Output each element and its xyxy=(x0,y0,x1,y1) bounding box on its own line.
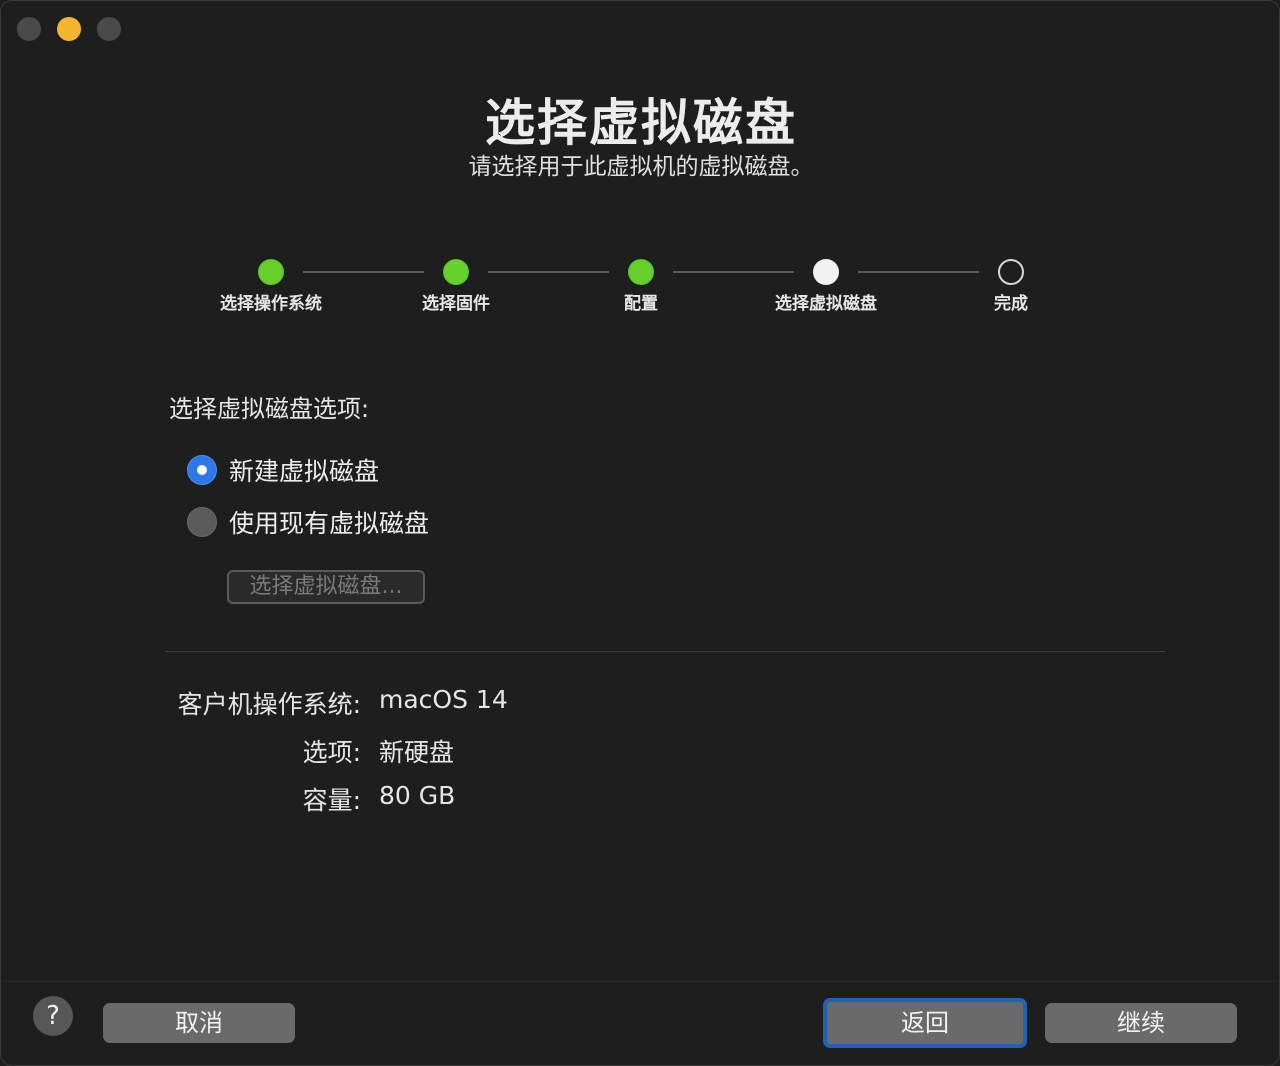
step-connector xyxy=(303,271,424,273)
close-window-button[interactable] xyxy=(17,17,41,41)
step-label: 选择操作系统 xyxy=(220,294,322,314)
step-3-done-icon xyxy=(628,259,654,285)
guest-os-key: 客户机操作系统: xyxy=(177,690,361,719)
option-value: 新硬盘 xyxy=(379,738,455,767)
step-1-done-icon xyxy=(258,259,284,285)
step-connector xyxy=(673,271,794,273)
step-label: 配置 xyxy=(624,294,658,314)
radio-unselected-icon[interactable] xyxy=(187,507,217,537)
existing-disk-option[interactable]: 使用现有虚拟磁盘 xyxy=(187,504,429,540)
continue-button[interactable]: 继续 xyxy=(1045,1003,1237,1043)
option-key: 选项: xyxy=(302,738,361,767)
new-disk-option[interactable]: 新建虚拟磁盘 xyxy=(187,452,379,488)
divider xyxy=(165,651,1165,652)
minimize-window-button[interactable] xyxy=(57,17,81,41)
footer-separator xyxy=(1,981,1279,982)
step-2-done-icon xyxy=(443,259,469,285)
back-button[interactable]: 返回 xyxy=(823,998,1027,1048)
help-button[interactable]: ? xyxy=(33,996,73,1036)
choose-disk-button[interactable]: 选择虚拟磁盘... xyxy=(227,570,425,604)
new-disk-label: 新建虚拟磁盘 xyxy=(229,457,380,486)
step-4-current-icon xyxy=(813,259,839,285)
step-label: 完成 xyxy=(994,294,1028,314)
assistant-window: 选择虚拟磁盘 请选择用于此虚拟机的虚拟磁盘。 选择操作系统 选择固件 配置 选择… xyxy=(0,0,1280,1066)
page-title: 选择虚拟磁盘 xyxy=(485,94,797,152)
step-connector xyxy=(488,271,609,273)
cancel-button[interactable]: 取消 xyxy=(103,1003,295,1043)
step-label: 选择虚拟磁盘 xyxy=(775,294,877,314)
guest-os-value: macOS 14 xyxy=(379,685,508,714)
disk-options-label: 选择虚拟磁盘选项: xyxy=(169,395,370,423)
capacity-key: 容量: xyxy=(302,786,361,815)
step-5-pending-icon xyxy=(998,259,1024,285)
existing-disk-label: 使用现有虚拟磁盘 xyxy=(229,509,430,538)
zoom-window-button[interactable] xyxy=(97,17,121,41)
radio-selected-icon[interactable] xyxy=(187,455,217,485)
page-subtitle: 请选择用于此虚拟机的虚拟磁盘。 xyxy=(468,154,814,180)
step-label: 选择固件 xyxy=(422,294,490,314)
capacity-value: 80 GB xyxy=(379,781,456,810)
step-connector xyxy=(858,271,979,273)
